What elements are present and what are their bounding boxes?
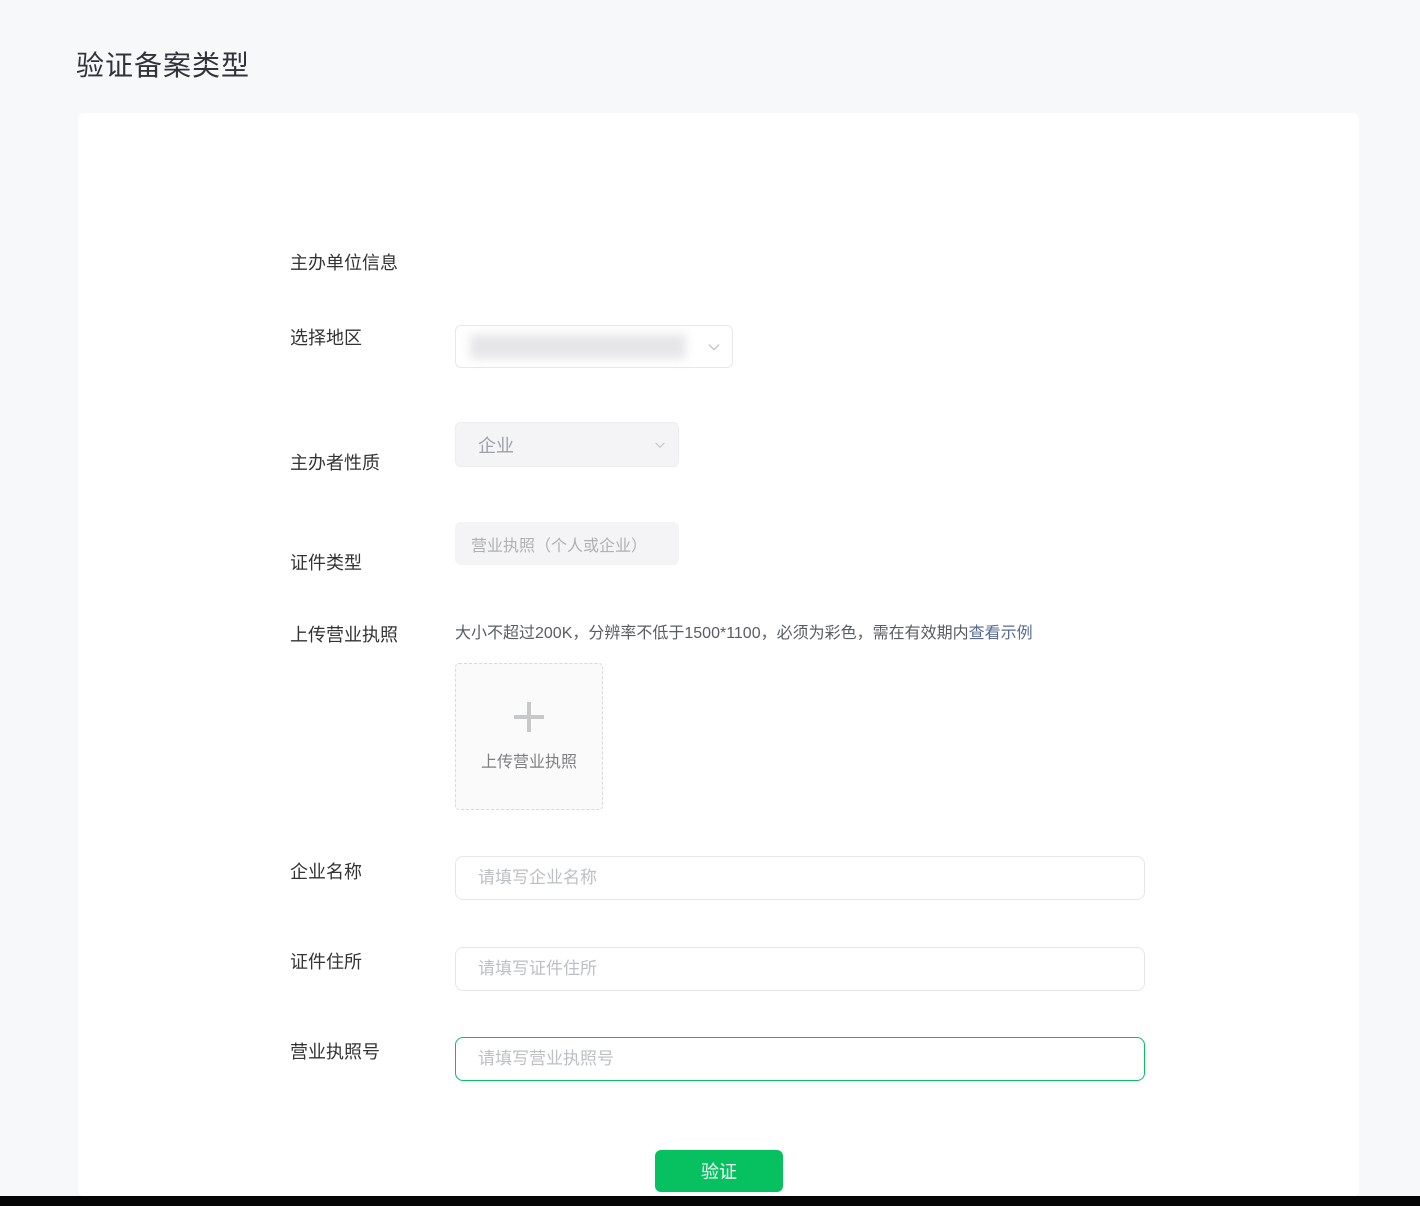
region-label: 选择地区 — [290, 327, 362, 349]
certificate-type-label: 证件类型 — [290, 552, 362, 574]
upload-hint-text: 大小不超过200K，分辨率不低于1500*1100，必须为彩色，需在有效期内 — [455, 625, 969, 642]
license-number-input[interactable] — [455, 1037, 1145, 1081]
region-select[interactable] — [455, 325, 733, 368]
upload-hint: 大小不超过200K，分辨率不低于1500*1100，必须为彩色，需在有效期内查看… — [455, 623, 1033, 645]
organizer-nature-label: 主办者性质 — [290, 452, 380, 474]
chevron-down-icon — [652, 437, 668, 453]
section-title-organizer-info: 主办单位信息 — [290, 249, 398, 275]
company-name-label: 企业名称 — [290, 861, 362, 883]
license-upload-label: 上传营业执照 — [290, 624, 398, 646]
region-value-redacted — [470, 334, 686, 359]
certificate-address-input[interactable] — [455, 947, 1145, 991]
plus-icon — [514, 702, 544, 732]
upload-business-license-button[interactable]: 上传营业执照 — [455, 663, 603, 810]
page-title: 验证备案类型 — [76, 44, 250, 84]
verify-button[interactable]: 验证 — [655, 1150, 783, 1192]
form-card: 主办单位信息 选择地区 主办者性质 企业 证件类型 营业执照（个人或企业） 上传… — [78, 113, 1359, 1196]
certificate-type-value: 营业执照（个人或企业） — [471, 532, 647, 556]
license-number-label: 营业执照号 — [290, 1041, 380, 1063]
certificate-type-field: 营业执照（个人或企业） — [455, 522, 679, 565]
bottom-edge-bar — [0, 1196, 1420, 1206]
company-name-input[interactable] — [455, 856, 1145, 900]
view-example-link[interactable]: 查看示例 — [969, 625, 1033, 642]
chevron-down-icon — [706, 339, 722, 355]
organizer-nature-value: 企业 — [478, 432, 514, 458]
upload-box-label: 上传营业执照 — [481, 748, 577, 772]
certificate-address-label: 证件住所 — [290, 951, 362, 973]
organizer-nature-select: 企业 — [455, 422, 679, 467]
